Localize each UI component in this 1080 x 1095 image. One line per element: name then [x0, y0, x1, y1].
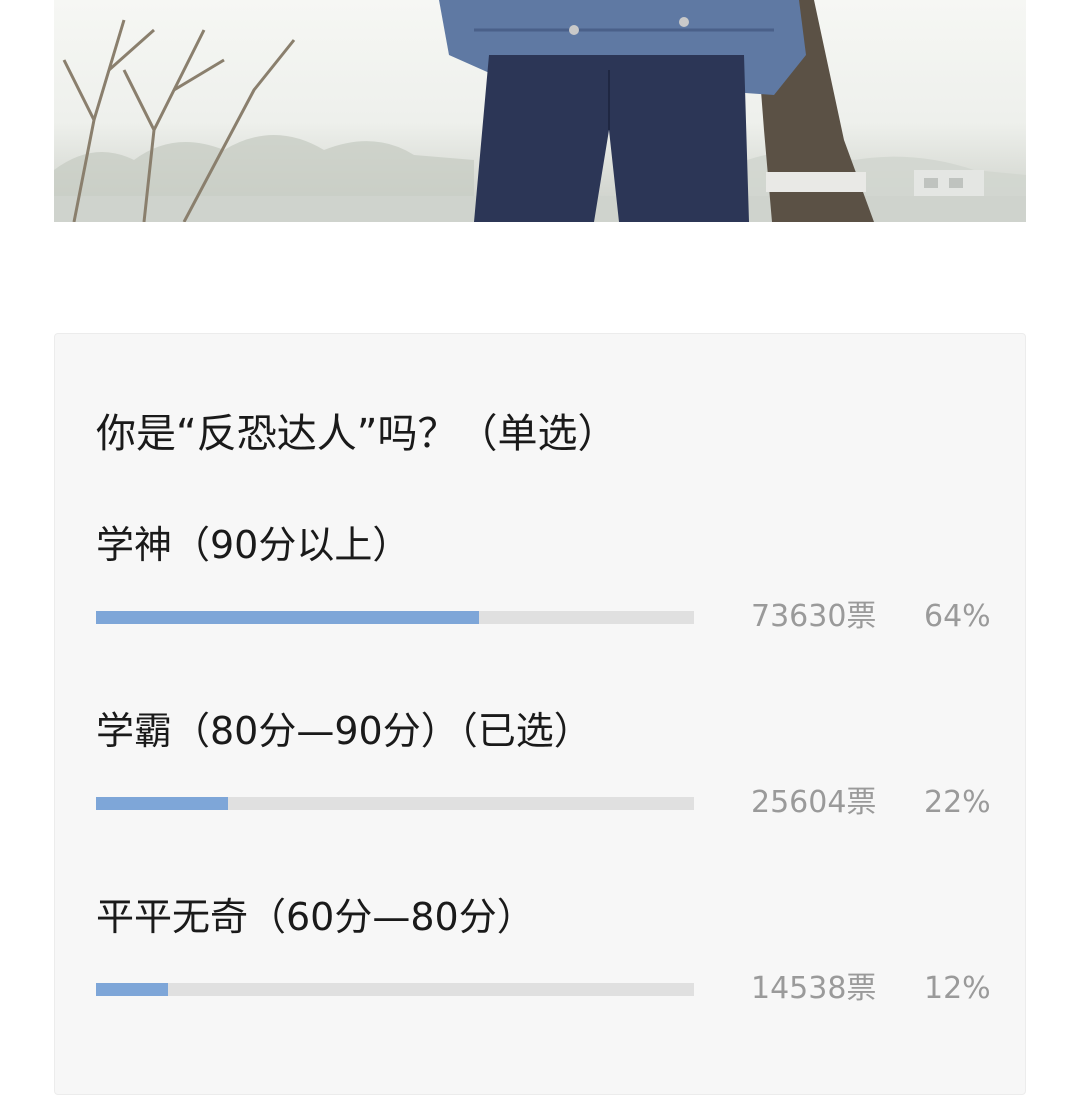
poll-card: 你是“反恐达人”吗？（单选） 学神（90分以上） 73630票 64% 学霸（8…	[54, 333, 1026, 1095]
poll-option-percent: 12%	[924, 971, 991, 1006]
poll-option-percent: 64%	[924, 599, 991, 634]
article-photo	[54, 0, 1026, 222]
poll-option-percent: 22%	[924, 785, 991, 820]
poll-option-bar-track	[96, 797, 694, 810]
poll-option-label: 平平无奇（60分—80分）	[96, 895, 535, 939]
poll-option-label: 学霸（80分—90分）（已选）	[96, 709, 592, 753]
poll-option[interactable]: 学神（90分以上） 73630票 64%	[96, 521, 996, 651]
poll-option[interactable]: 学霸（80分—90分）（已选） 25604票 22%	[96, 707, 996, 837]
poll-option-bar-track	[96, 611, 694, 624]
poll-option-votes: 73630票	[751, 599, 877, 634]
poll-option-bar-fill	[96, 797, 228, 810]
article-photo-image	[54, 0, 1026, 222]
poll-option-bar-track	[96, 983, 694, 996]
poll-option-bar-fill	[96, 983, 168, 996]
poll-option-votes: 25604票	[751, 785, 877, 820]
poll-option-bar-fill	[96, 611, 479, 624]
poll-question: 你是“反恐达人”吗？（单选）	[96, 411, 618, 457]
poll-option-label: 学神（90分以上）	[96, 523, 411, 567]
poll-option-votes: 14538票	[751, 971, 877, 1006]
poll-option[interactable]: 平平无奇（60分—80分） 14538票 12%	[96, 893, 996, 1023]
